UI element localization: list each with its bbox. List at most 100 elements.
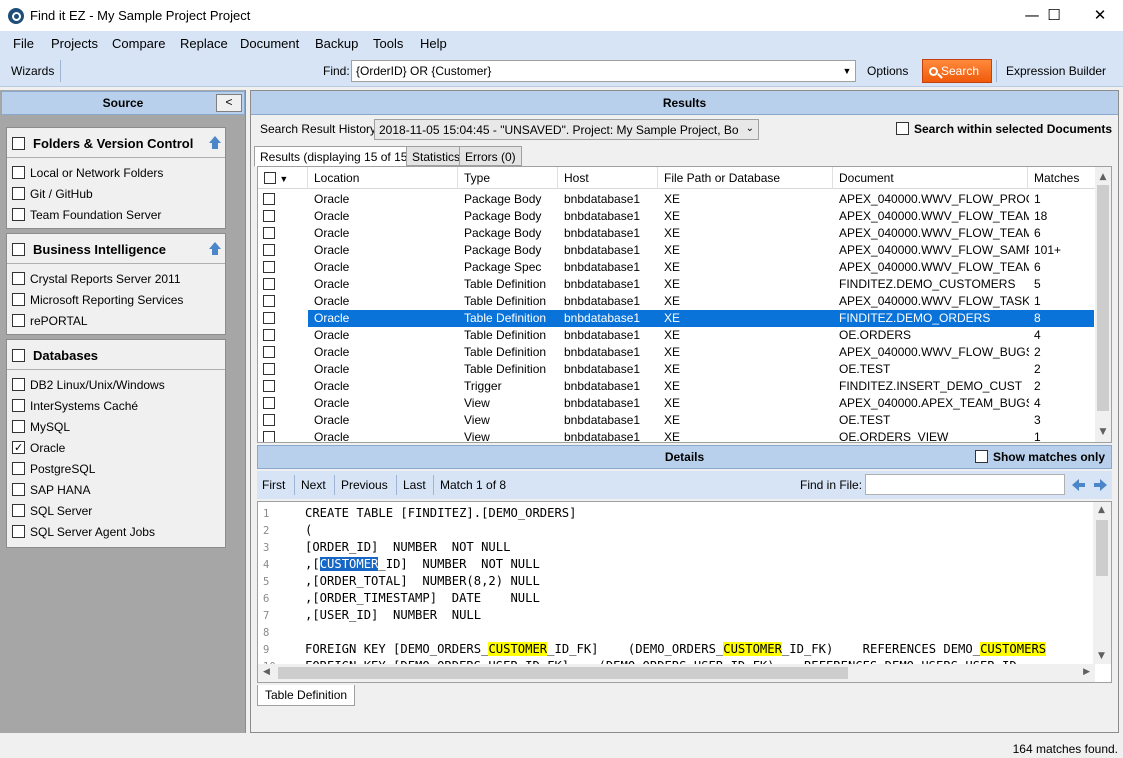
sort-down-icon[interactable]: ▼ <box>279 174 288 184</box>
tab-statistics[interactable]: Statistics <box>406 146 467 166</box>
source-item[interactable]: Local or Network Folders <box>7 162 225 183</box>
source-item[interactable]: rePORTAL <box>7 310 225 331</box>
group-checkbox[interactable] <box>12 137 25 150</box>
source-item[interactable]: DB2 Linux/Unix/Windows <box>7 374 225 395</box>
source-checkbox[interactable] <box>12 293 25 306</box>
previous-match-button[interactable]: Previous <box>341 478 388 492</box>
show-matches-only[interactable]: Show matches only <box>974 446 1105 468</box>
row-checkbox[interactable] <box>263 193 275 205</box>
source-item[interactable]: Team Foundation Server <box>7 204 225 225</box>
group-checkbox[interactable] <box>12 243 25 256</box>
column-matches[interactable]: Matches <box>1028 167 1096 189</box>
source-checkbox[interactable] <box>12 462 25 475</box>
collapse-source-button[interactable]: < <box>216 94 242 112</box>
table-row[interactable]: Oracle Table Definition bnbdatabase1 XE FIND… <box>258 310 1096 327</box>
wizards-button[interactable]: Wizards <box>4 59 61 83</box>
search-within-checkbox[interactable] <box>896 122 909 135</box>
table-row[interactable]: Oracle Trigger bnbdatabase1 XE FINDITEZ.INSE… <box>258 378 1096 395</box>
column-location[interactable]: Location <box>308 167 458 189</box>
source-checkbox[interactable] <box>12 314 25 327</box>
row-checkbox[interactable] <box>263 380 275 392</box>
scroll-down-icon[interactable]: ▼ <box>1098 651 1105 661</box>
scroll-left-icon[interactable]: ◀ <box>263 667 270 677</box>
source-checkbox[interactable] <box>12 187 25 200</box>
source-item[interactable]: Git / GitHub <box>7 183 225 204</box>
source-checkbox-checked[interactable] <box>12 441 25 454</box>
table-row[interactable]: Oracle Table Definition bnbdatabase1 XE OE.O… <box>258 327 1096 344</box>
table-row[interactable]: Oracle View bnbdatabase1 XE OE.ORDERS_VIEW 1 <box>258 429 1096 442</box>
column-file-path[interactable]: File Path or Database <box>658 167 833 189</box>
row-checkbox[interactable] <box>263 278 275 290</box>
menu-projects[interactable]: Projects <box>51 36 98 51</box>
row-checkbox[interactable] <box>263 210 275 222</box>
source-checkbox[interactable] <box>12 504 25 517</box>
menu-tools[interactable]: Tools <box>373 36 403 51</box>
table-row[interactable]: Oracle Table Definition bnbdatabase1 XE APEX… <box>258 293 1096 310</box>
select-all-column[interactable]: ▼ <box>258 167 308 189</box>
row-checkbox[interactable] <box>263 414 275 426</box>
code-horizontal-scrollbar[interactable]: ◀ ▶ <box>258 664 1095 682</box>
menu-document[interactable]: Document <box>240 36 299 51</box>
table-row[interactable]: Oracle View bnbdatabase1 XE APEX_040000.APEX… <box>258 395 1096 412</box>
row-checkbox[interactable] <box>263 227 275 239</box>
scroll-up-icon[interactable]: ▲ <box>1098 505 1105 515</box>
scroll-right-icon[interactable]: ▶ <box>1083 667 1090 677</box>
source-item[interactable]: Crystal Reports Server 2011 <box>7 268 225 289</box>
row-checkbox[interactable] <box>263 329 275 341</box>
row-checkbox[interactable] <box>263 397 275 409</box>
column-type[interactable]: Type <box>458 167 558 189</box>
row-checkbox[interactable] <box>263 363 275 375</box>
arrow-right-icon[interactable] <box>1094 479 1107 491</box>
source-item-oracle[interactable]: Oracle <box>7 437 225 458</box>
search-within-selected[interactable]: Search within selected Documents <box>896 122 1112 136</box>
first-match-button[interactable]: First <box>262 478 285 492</box>
table-row[interactable]: Oracle Package Body bnbdatabase1 XE APEX_040… <box>258 242 1096 259</box>
table-row[interactable]: Oracle Package Body bnbdatabase1 XE APEX_040… <box>258 191 1096 208</box>
expression-builder-button[interactable]: Expression Builder <box>999 59 1113 83</box>
row-checkbox[interactable] <box>263 346 275 358</box>
scroll-thumb[interactable] <box>1096 520 1108 576</box>
scroll-thumb[interactable] <box>1097 185 1109 411</box>
source-item[interactable]: InterSystems Caché <box>7 395 225 416</box>
maximize-button[interactable]: ☐ <box>1031 0 1077 31</box>
next-match-button[interactable]: Next <box>301 478 326 492</box>
group-header[interactable]: Folders & Version Control <box>7 128 225 158</box>
history-select[interactable]: 2018-11-05 15:04:45 - "UNSAVED". Project… <box>374 119 759 140</box>
close-button[interactable]: ✕ <box>1077 0 1123 31</box>
find-input[interactable]: {OrderID} OR {Customer} ▼ <box>351 60 856 82</box>
column-host[interactable]: Host <box>558 167 658 189</box>
group-header[interactable]: Databases <box>7 340 225 370</box>
source-checkbox[interactable] <box>12 483 25 496</box>
scroll-up-icon[interactable]: ▲ <box>1095 169 1111 185</box>
source-item[interactable]: SAP HANA <box>7 479 225 500</box>
table-row[interactable]: Oracle Package Body bnbdatabase1 XE APEX_040… <box>258 208 1096 225</box>
source-item[interactable]: Microsoft Reporting Services <box>7 289 225 310</box>
collapse-up-icon[interactable] <box>209 242 221 255</box>
code-viewer[interactable]: 1 CREATE TABLE [FINDITEZ].[DEMO_ORDERS] 2 (… <box>257 501 1112 683</box>
tab-table-definition[interactable]: Table Definition <box>257 685 356 706</box>
menu-file[interactable]: File <box>13 36 34 51</box>
tab-results[interactable]: Results (displaying 15 of 15 ) <box>254 146 421 167</box>
row-checkbox[interactable] <box>263 261 275 273</box>
code-vertical-scrollbar[interactable]: ▲ ▼ <box>1093 502 1111 664</box>
table-row[interactable]: Oracle Package Spec bnbdatabase1 XE APEX_040… <box>258 259 1096 276</box>
group-checkbox[interactable] <box>12 349 25 362</box>
source-checkbox[interactable] <box>12 525 25 538</box>
source-checkbox[interactable] <box>12 399 25 412</box>
table-row[interactable]: Oracle Table Definition bnbdatabase1 XE FIND… <box>258 276 1096 293</box>
source-item[interactable]: MySQL <box>7 416 225 437</box>
last-match-button[interactable]: Last <box>403 478 426 492</box>
source-item[interactable]: SQL Server <box>7 500 225 521</box>
source-checkbox[interactable] <box>12 272 25 285</box>
source-item[interactable]: PostgreSQL <box>7 458 225 479</box>
table-row[interactable]: Oracle View bnbdatabase1 XE OE.TEST 3 <box>258 412 1096 429</box>
results-scrollbar[interactable]: ▲ ▼ <box>1095 167 1111 442</box>
collapse-up-icon[interactable] <box>209 136 221 149</box>
menu-replace[interactable]: Replace <box>180 36 228 51</box>
row-checkbox[interactable] <box>263 431 275 442</box>
scroll-down-icon[interactable]: ▼ <box>1095 424 1111 440</box>
table-row[interactable]: Oracle Table Definition bnbdatabase1 XE OE.T… <box>258 361 1096 378</box>
chevron-down-icon[interactable]: ▼ <box>839 61 855 81</box>
row-checkbox[interactable] <box>263 312 275 324</box>
source-checkbox[interactable] <box>12 378 25 391</box>
